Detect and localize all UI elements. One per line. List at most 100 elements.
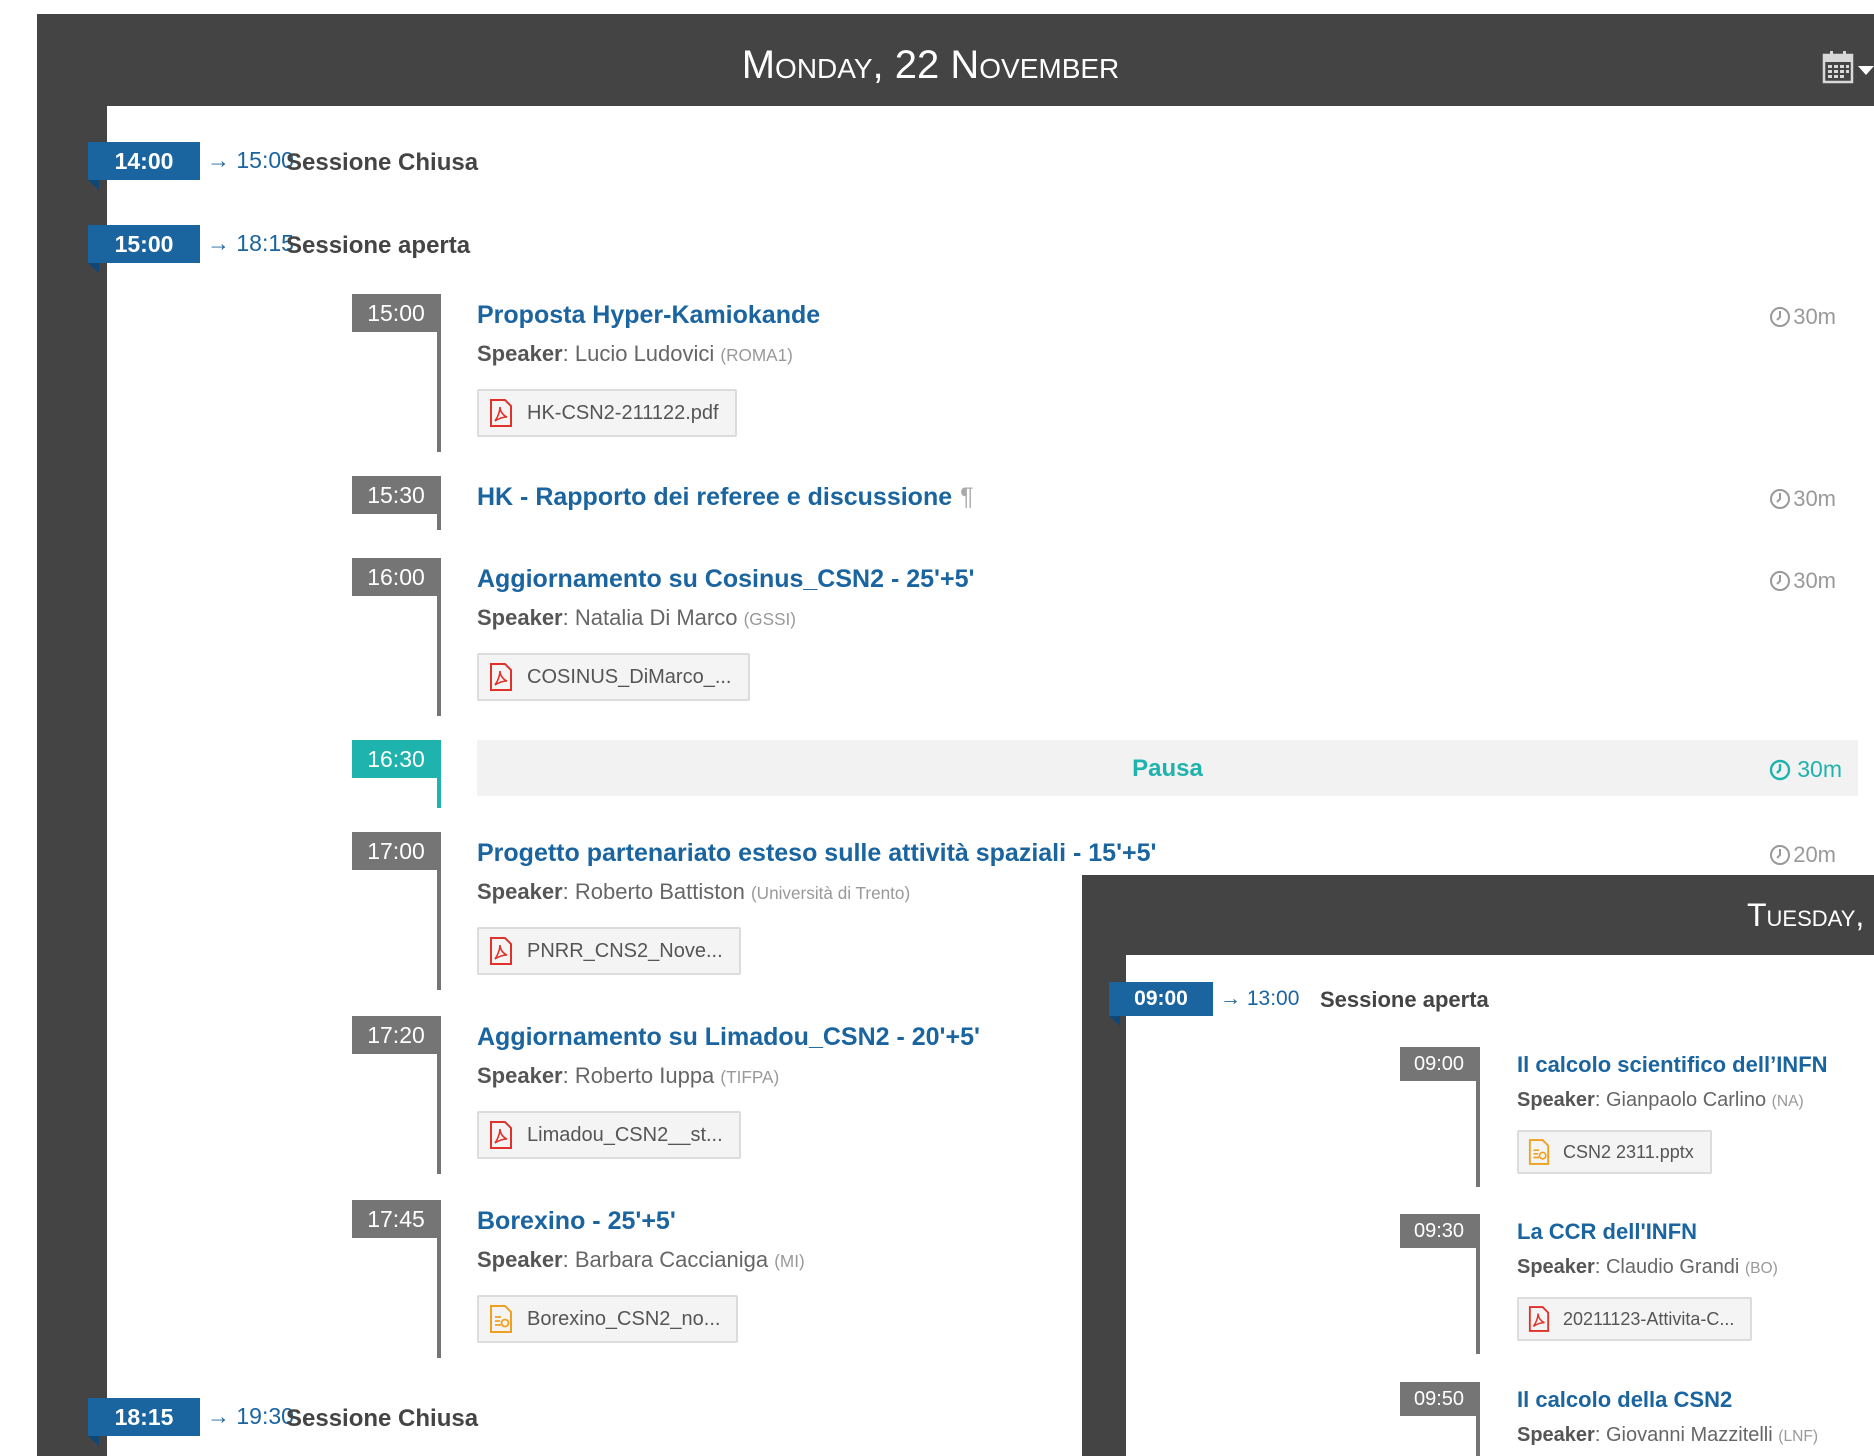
session-title[interactable]: Sessione Chiusa [286,1405,478,1433]
speaker-line: Speaker: Roberto Iuppa (TIFPA) [477,1063,780,1088]
contribution-title[interactable]: HK - Rapporto dei referee e discussione ¶ [477,483,974,512]
speaker-label: Speaker [1517,1256,1595,1278]
speaker-affiliation: (GSSI) [743,609,797,629]
attachment-filename: COSINUS_DiMarco_... [527,666,732,688]
session-start-flag: 14:00 [88,142,200,190]
break-bar[interactable]: Pausa 30m [477,740,1858,796]
timeline-bar [437,740,441,808]
contribution-title[interactable]: Proposta Hyper-Kamiokande [477,301,820,330]
speaker-line: Speaker: Claudio Grandi (BO) [1517,1256,1778,1278]
day-header: Monday, 22 November [741,43,1120,87]
speaker-label: Speaker [1517,1424,1595,1446]
speaker-name: Barbara Caccianiga [574,1247,769,1272]
contribution-time: 15:30 [352,476,440,514]
speaker-label: Speaker [477,1247,563,1272]
attachment-button[interactable]: Borexino_CSN2_no... [477,1295,739,1343]
duration: 20m [1769,842,1836,868]
attachment-button[interactable]: 20211123-Attivita-C... [1517,1297,1753,1341]
calendar-icon[interactable] [1822,50,1854,84]
duration-value: 30m [1793,568,1836,593]
day-panel-tuesday: Tuesday, 09:00 → 13:00 Sessione aperta 0… [1082,875,1874,1456]
session-title[interactable]: Sessione aperta [1320,987,1489,1013]
contribution-time: 17:20 [352,1016,440,1054]
speaker-line: Speaker: Roberto Battiston (Università d… [477,879,911,904]
clock-icon [1770,307,1791,327]
session-title[interactable]: Sessione aperta [286,232,470,260]
clock-icon [1770,489,1791,509]
contribution-title[interactable]: Il calcolo scientifico dell’INFN [1517,1052,1828,1078]
clock-icon [1770,845,1791,865]
contribution-title[interactable]: Progetto partenariato esteso sulle attiv… [477,839,1156,868]
session-title[interactable]: Sessione Chiusa [286,149,478,177]
duration-value: 30m [1793,486,1836,511]
speaker-name: Giovanni Mazzitelli [1605,1424,1773,1446]
contribution-title[interactable]: Borexino - 25'+5' [477,1207,676,1236]
attachment-filename: PNRR_CNS2_Nove... [527,940,723,962]
pdf-file-icon [490,1121,512,1149]
contribution-time: 15:00 [352,294,440,332]
pdf-file-icon [490,399,512,427]
contribution-time: 09:00 [1400,1047,1478,1081]
attachment-button[interactable]: COSINUS_DiMarco_... [477,653,750,701]
pdf-file-icon [490,937,512,965]
session-end-time: → 15:00 [207,147,294,173]
timeline-bar [437,476,441,530]
contribution-title[interactable]: Il calcolo della CSN2 [1517,1387,1732,1413]
speaker-name: Gianpaolo Carlino [1605,1089,1767,1111]
day-header: Tuesday, [1747,897,1865,933]
speaker-affiliation: (ROMA1) [720,345,793,365]
session-row[interactable]: 14:00 → 15:00 Sessione Chiusa [88,142,1874,190]
timeline-bar [437,1200,441,1358]
speaker-name: Roberto Battiston [574,879,745,904]
duration: 30m [1769,756,1842,783]
duration: 30m [1769,304,1836,330]
speaker-label: Speaker [1517,1089,1595,1111]
chevron-down-icon[interactable] [1858,66,1874,75]
speaker-label: Speaker [477,879,563,904]
timeline-bar [437,832,441,990]
contribution-time: 16:00 [352,558,440,596]
speaker-affiliation: (NA) [1771,1093,1804,1110]
session-end-time: → 19:30 [207,1403,294,1429]
session-end-time: → 18:15 [207,230,294,256]
speaker-line: Speaker: Giovanni Mazzitelli (LNF) [1517,1424,1819,1446]
speaker-affiliation: (Università di Trento) [750,883,911,903]
speaker-line: Speaker: Barbara Caccianiga (MI) [477,1247,805,1272]
break-time: 16:30 [352,740,440,778]
contribution-title-text: HK - Rapporto dei referee e discussione [477,483,953,511]
speaker-affiliation: (BO) [1744,1260,1778,1277]
attachment-button[interactable]: Limadou_CSN2__st... [477,1111,741,1159]
pdf-file-icon [490,663,512,691]
speaker-name: Roberto Iuppa [574,1063,715,1088]
contribution-title[interactable]: Aggiornamento su Limadou_CSN2 - 20'+5' [477,1023,980,1052]
session-row[interactable]: 15:00 → 18:15 Sessione aperta [88,225,1874,273]
contribution-time: 09:50 [1400,1382,1478,1416]
speaker-label: Speaker [477,605,563,630]
timeline-bar [437,1016,441,1174]
timeline-bar [1476,1214,1480,1354]
session-start-flag: 15:00 [88,225,200,273]
speaker-name: Natalia Di Marco [574,605,738,630]
attachment-button[interactable]: CSN2 2311.pptx [1517,1130,1712,1174]
session-row[interactable]: 09:00 → 13:00 Sessione aperta [1109,982,1874,1026]
attachment-button[interactable]: PNRR_CNS2_Nove... [477,927,741,975]
timetable-sheet: 09:00 → 13:00 Sessione aperta 09:00 Il c… [1109,955,1874,1456]
speaker-affiliation: (MI) [774,1251,805,1271]
duration-value: 30m [1793,304,1836,329]
duration: 30m [1769,486,1836,512]
session-start-flag: 09:00 [1109,982,1213,1026]
pdf-file-icon [1528,1306,1550,1332]
contribution-title[interactable]: La CCR dell'INFN [1517,1219,1697,1245]
speaker-line: Speaker: Gianpaolo Carlino (NA) [1517,1089,1804,1111]
clock-icon [1770,571,1791,591]
attachment-filename: CSN2 2311.pptx [1563,1142,1694,1162]
attachment-filename: HK-CSN2-211122.pdf [527,402,719,424]
speaker-label: Speaker [477,341,563,366]
contribution-title[interactable]: Aggiornamento su Cosinus_CSN2 - 25'+5' [477,565,974,594]
timeline-bar [437,294,441,452]
attachment-button[interactable]: HK-CSN2-211122.pdf [477,389,737,437]
speaker-line: Speaker: Lucio Ludovici (ROMA1) [477,341,793,366]
speaker-affiliation: (TIFPA) [720,1067,780,1087]
description-icon: ¶ [960,483,974,511]
timeline-bar [1476,1382,1480,1456]
